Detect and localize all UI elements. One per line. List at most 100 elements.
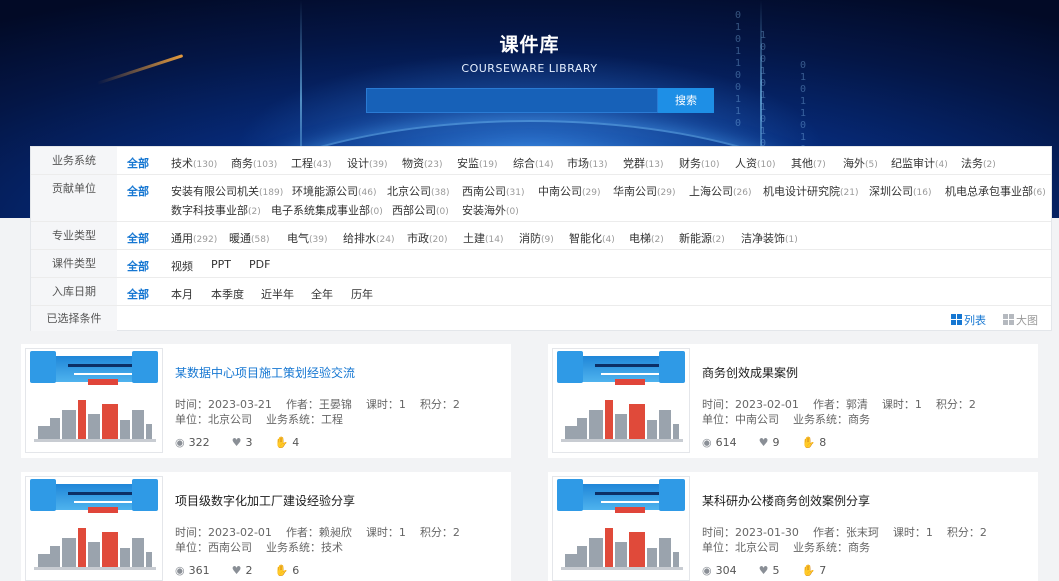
filter-option[interactable]: 党群(13) (623, 155, 663, 171)
filter-option[interactable]: 机电设计研究院(21) (763, 183, 858, 199)
thumbs-up-count-stat[interactable]: ✋ 8 (801, 436, 826, 449)
course-thumbnail[interactable] (552, 476, 690, 581)
filter-option[interactable]: 人资(10) (735, 155, 775, 171)
course-meta-line: 单位：北京公司 业务系统：工程 (175, 411, 357, 427)
filter-option[interactable]: 市场(13) (567, 155, 607, 171)
filter-option[interactable]: 市政(20) (407, 230, 447, 246)
filter-option[interactable]: 深圳公司(16) (869, 183, 931, 199)
filter-option-all[interactable]: 全部 (127, 230, 149, 246)
filter-option[interactable]: 技术(130) (171, 155, 217, 171)
course-thumbnail[interactable] (552, 348, 690, 453)
filter-option[interactable]: 土建(14) (463, 230, 503, 246)
filter-option[interactable]: 上海公司(26) (689, 183, 751, 199)
filter-row-specialty: 专业类型 全部 通用(292) 暖通(58) 电气(39) 给排水(24) 市政(20) 土… (31, 222, 1051, 250)
filter-option[interactable]: 综合(14) (513, 155, 553, 171)
search-button[interactable]: 搜索 (658, 88, 714, 113)
filter-option[interactable]: 商务(103) (231, 155, 277, 171)
course-title[interactable]: 某科研办公楼商务创效案例分享 (702, 492, 870, 509)
view-count-stat[interactable]: ◉ 304 (702, 564, 737, 577)
filter-option[interactable]: 本季度 (211, 286, 244, 302)
filter-option[interactable]: 财务(10) (679, 155, 719, 171)
course-thumbnail[interactable] (25, 476, 163, 581)
course-meta-line: 时间：2023-02-01 作者：赖昶欣 课时：1 积分：2 (175, 524, 474, 540)
like-count-stat[interactable]: ♥ 5 (759, 564, 780, 577)
thumbnail-building (88, 414, 100, 440)
filter-option-all[interactable]: 全部 (127, 258, 149, 274)
filter-option-count: (14) (485, 235, 504, 245)
thumbs-up-count-stat[interactable]: ✋ 7 (801, 564, 826, 577)
filter-option[interactable]: 新能源(2) (679, 230, 725, 246)
filter-option[interactable]: 工程(43) (291, 155, 331, 171)
course-thumbnail[interactable] (25, 348, 163, 453)
filter-option[interactable]: 安装有限公司机关(189) (171, 183, 283, 199)
filter-option[interactable]: 电子系统集成事业部(0) (271, 202, 383, 218)
view-count-stat[interactable]: ◉ 361 (175, 564, 210, 577)
filter-option[interactable]: 历年 (351, 286, 373, 302)
view-list-toggle[interactable]: 列表 (951, 312, 986, 328)
filter-option-all[interactable]: 全部 (127, 183, 149, 199)
view-count: 614 (715, 436, 737, 449)
filter-option[interactable]: 数字科技事业部(2) (171, 202, 261, 218)
course-title[interactable]: 某数据中心项目施工策划经验交流 (175, 364, 355, 381)
filter-option[interactable]: 视频 (171, 258, 193, 274)
filter-option[interactable]: 近半年 (261, 286, 294, 302)
course-title[interactable]: 项目级数字化加工厂建设经验分享 (175, 492, 355, 509)
course-system: 业务系统：技术 (266, 541, 343, 554)
like-count-stat[interactable]: ♥ 3 (232, 436, 253, 449)
thumbnail-ground-line (561, 439, 683, 442)
filter-option[interactable]: 机电总承包事业部(6) (945, 183, 1046, 199)
like-count-stat[interactable]: ♥ 2 (232, 564, 253, 577)
search-input[interactable] (366, 88, 658, 113)
filter-option[interactable]: 消防(9) (519, 230, 554, 246)
filter-option[interactable]: 北京公司(38) (387, 183, 449, 199)
thumbnail-building (647, 548, 657, 568)
filter-option-count: (21) (840, 188, 859, 198)
filter-option[interactable]: 本月 (171, 286, 193, 302)
filter-option[interactable]: 电梯(2) (629, 230, 664, 246)
filter-option-count: (189) (259, 188, 284, 198)
view-count-stat[interactable]: ◉ 322 (175, 436, 210, 449)
filter-option[interactable]: 洁净装饰(1) (741, 230, 798, 246)
filter-option[interactable]: 通用(292) (171, 230, 217, 246)
filter-option[interactable]: 法务(2) (961, 155, 996, 171)
filter-option[interactable]: 暖通(58) (229, 230, 269, 246)
filter-option-all[interactable]: 全部 (127, 286, 149, 302)
filter-option[interactable]: 西部公司(0) (392, 202, 449, 218)
filter-option-label: 历年 (351, 288, 373, 301)
filter-option[interactable]: 全年 (311, 286, 333, 302)
filter-option[interactable]: 给排水(24) (343, 230, 394, 246)
filter-option[interactable]: 环境能源公司(46) (292, 183, 376, 199)
filter-option[interactable]: 智能化(4) (569, 230, 615, 246)
filter-option[interactable]: 电气(39) (287, 230, 327, 246)
view-grid-label: 大图 (1016, 314, 1038, 327)
course-title[interactable]: 商务创效成果案例 (702, 364, 798, 381)
filter-option[interactable]: 物资(23) (402, 155, 442, 171)
filter-option[interactable]: PDF (249, 258, 270, 271)
filter-option[interactable]: 安监(19) (457, 155, 497, 171)
view-grid-toggle[interactable]: 大图 (1003, 312, 1038, 328)
thumbnail-ground-line (561, 567, 683, 570)
view-count-stat[interactable]: ◉ 614 (702, 436, 737, 449)
filter-option-label: 工程 (291, 157, 313, 170)
filter-option[interactable]: 纪监审计(4) (891, 155, 948, 171)
filter-option[interactable]: 中南公司(29) (538, 183, 600, 199)
like-count-stat[interactable]: ♥ 9 (759, 436, 780, 449)
filter-option[interactable]: 华南公司(29) (613, 183, 675, 199)
thumbs-up-count: 6 (292, 564, 300, 577)
course-time: 时间：2023-01-30 (702, 526, 799, 539)
filter-option-label: 市场 (567, 157, 589, 170)
filter-option[interactable]: PPT (211, 258, 231, 271)
filter-option-all[interactable]: 全部 (127, 155, 149, 171)
filter-option[interactable]: 安装海外(0) (462, 202, 519, 218)
thumbnail-building (62, 410, 76, 440)
thumbs-up-count-stat[interactable]: ✋ 6 (274, 564, 299, 577)
filter-option[interactable]: 设计(39) (347, 155, 387, 171)
thumbs-up-count-stat[interactable]: ✋ 4 (274, 436, 299, 449)
filter-option[interactable]: 其他(7) (791, 155, 826, 171)
thumbnail-red-tag (88, 507, 118, 513)
filter-option[interactable]: 西南公司(31) (462, 183, 524, 199)
course-meta-line: 单位：中南公司 业务系统：商务 (702, 411, 884, 427)
thumbnail-red-tag (615, 507, 645, 513)
filter-option[interactable]: 海外(5) (843, 155, 878, 171)
thumbnail-corner-right (132, 351, 158, 383)
